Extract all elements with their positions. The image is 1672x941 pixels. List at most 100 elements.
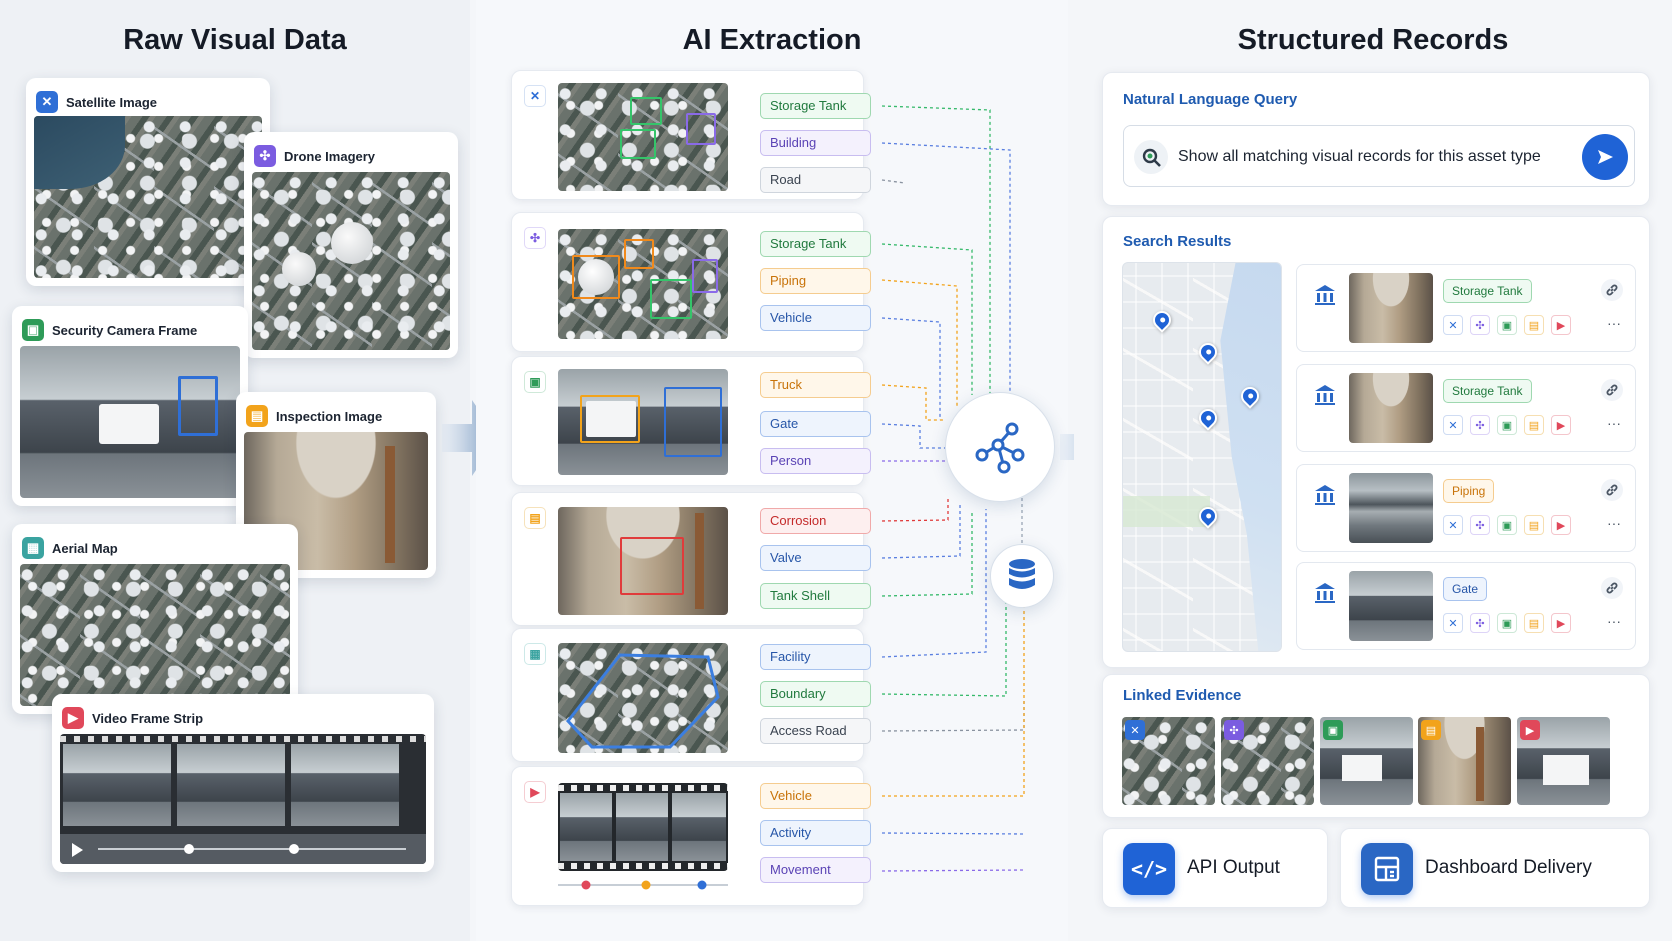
send-icon (1598, 150, 1613, 164)
result-item[interactable]: Piping ✕ ✣ ▣ ▤ ▶ ··· (1296, 464, 1636, 552)
more-options-icon[interactable]: ··· (1607, 613, 1621, 629)
structured-records-title: Structured Records (1237, 24, 1509, 56)
evidence-thumb-drone[interactable]: ✣ (1221, 717, 1314, 805)
camera-icon[interactable]: ▣ (1497, 515, 1517, 535)
tag-aerial-3[interactable]: Access Road (760, 718, 871, 744)
result-thumbnail (1349, 273, 1433, 343)
dashboard-delivery-card[interactable]: Dashboard Delivery (1340, 828, 1650, 908)
result-tag[interactable]: Storage Tank (1443, 279, 1532, 303)
video-icon: ▶ (1520, 720, 1540, 740)
dashboard-delivery-label: Dashboard Delivery (1425, 857, 1592, 878)
camera-icon[interactable]: ▣ (1497, 415, 1517, 435)
tag-inspection-1[interactable]: Corrosion (760, 508, 871, 534)
camera-icon[interactable]: ▣ (1497, 315, 1517, 335)
linked-evidence-label: Linked Evidence (1123, 687, 1242, 704)
clipboard-icon[interactable]: ▤ (1524, 613, 1544, 633)
map-pin-3[interactable] (1195, 405, 1221, 431)
tag-security-1[interactable]: Truck (760, 372, 871, 398)
query-label: Natural Language Query (1123, 91, 1298, 108)
evidence-thumb-video[interactable]: ▶ (1517, 717, 1610, 805)
query-card: Natural Language Query Show all matching… (1102, 72, 1650, 206)
source-icons-row: ✕ ✣ ▣ ▤ ▶ (1443, 613, 1578, 633)
result-thumbnail (1349, 473, 1433, 543)
tag-security-3[interactable]: Person (760, 448, 871, 474)
building-icon (1313, 283, 1337, 307)
video-icon[interactable]: ▶ (1551, 613, 1571, 633)
tag-satellite-1[interactable]: Storage Tank (760, 93, 871, 119)
drone-icon[interactable]: ✣ (1470, 415, 1490, 435)
result-thumbnail (1349, 373, 1433, 443)
api-output-card[interactable]: </> API Output (1102, 828, 1328, 908)
search-icon (1134, 140, 1168, 174)
result-item[interactable]: Storage Tank ✕ ✣ ▣ ▤ ▶ ··· (1296, 364, 1636, 452)
tag-drone-1[interactable]: Storage Tank (760, 231, 871, 257)
clipboard-icon[interactable]: ▤ (1524, 415, 1544, 435)
result-tag[interactable]: Piping (1443, 479, 1495, 503)
tag-drone-2[interactable]: Piping (760, 268, 871, 294)
ai-processing-hub (945, 392, 1055, 502)
video-icon[interactable]: ▶ (1551, 415, 1571, 435)
tag-inspection-2[interactable]: Valve (760, 545, 871, 571)
tag-video-3[interactable]: Movement (760, 857, 871, 883)
satellite-icon[interactable]: ✕ (1443, 415, 1463, 435)
code-icon: </> (1123, 843, 1175, 895)
map-pin-2[interactable] (1195, 339, 1221, 365)
result-item[interactable]: Gate ✕ ✣ ▣ ▤ ▶ ··· (1296, 562, 1636, 650)
evidence-thumb-inspection[interactable]: ▤ (1418, 717, 1511, 805)
result-tag[interactable]: Gate (1443, 577, 1488, 601)
api-output-label: API Output (1187, 857, 1280, 878)
source-icons-row: ✕ ✣ ▣ ▤ ▶ (1443, 415, 1578, 435)
tag-drone-3[interactable]: Vehicle (760, 305, 871, 331)
tag-aerial-2[interactable]: Boundary (760, 681, 871, 707)
database-node (990, 544, 1054, 608)
tag-aerial-1[interactable]: Facility (760, 644, 871, 670)
evidence-thumb-security[interactable]: ▣ (1320, 717, 1413, 805)
satellite-icon[interactable]: ✕ (1443, 515, 1463, 535)
query-input[interactable]: Show all matching visual records for thi… (1123, 125, 1635, 187)
tag-security-2[interactable]: Gate (760, 411, 871, 437)
more-options-icon[interactable]: ··· (1607, 415, 1621, 431)
tag-inspection-3[interactable]: Tank Shell (760, 583, 871, 609)
video-icon[interactable]: ▶ (1551, 315, 1571, 335)
clipboard-icon[interactable]: ▤ (1524, 515, 1544, 535)
result-item[interactable]: Storage Tank ✕ ✣ ▣ ▤ ▶ ··· (1296, 264, 1636, 352)
satellite-icon[interactable]: ✕ (1443, 315, 1463, 335)
camera-icon: ▣ (1323, 720, 1343, 740)
tag-video-2[interactable]: Activity (760, 820, 871, 846)
building-icon (1313, 483, 1337, 507)
source-icons-row: ✕ ✣ ▣ ▤ ▶ (1443, 515, 1578, 535)
dashboard-icon (1361, 843, 1413, 895)
results-map[interactable] (1122, 262, 1282, 652)
network-graph-icon (975, 422, 1025, 474)
send-button[interactable] (1582, 134, 1628, 180)
evidence-thumb-satellite[interactable]: ✕ (1122, 717, 1215, 805)
tag-video-1[interactable]: Vehicle (760, 783, 871, 809)
map-pin-1[interactable] (1149, 307, 1175, 333)
result-tag[interactable]: Storage Tank (1443, 379, 1532, 403)
search-results-label: Search Results (1123, 233, 1232, 250)
clipboard-icon: ▤ (1421, 720, 1441, 740)
more-options-icon[interactable]: ··· (1607, 315, 1621, 331)
link-icon[interactable] (1601, 279, 1623, 301)
drone-icon[interactable]: ✣ (1470, 315, 1490, 335)
more-options-icon[interactable]: ··· (1607, 515, 1621, 531)
source-icons-row: ✕ ✣ ▣ ▤ ▶ (1443, 315, 1578, 335)
tag-satellite-3[interactable]: Road (760, 167, 871, 193)
clipboard-icon[interactable]: ▤ (1524, 315, 1544, 335)
drone-icon[interactable]: ✣ (1470, 515, 1490, 535)
building-icon (1313, 581, 1337, 605)
result-thumbnail (1349, 571, 1433, 641)
building-icon (1313, 383, 1337, 407)
video-icon[interactable]: ▶ (1551, 515, 1571, 535)
link-icon[interactable] (1601, 479, 1623, 501)
query-text: Show all matching visual records for thi… (1178, 148, 1541, 165)
link-icon[interactable] (1601, 577, 1623, 599)
drone-icon[interactable]: ✣ (1470, 613, 1490, 633)
satellite-icon[interactable]: ✕ (1443, 613, 1463, 633)
drone-icon: ✣ (1224, 720, 1244, 740)
camera-icon[interactable]: ▣ (1497, 613, 1517, 633)
database-icon (1009, 559, 1035, 589)
link-icon[interactable] (1601, 379, 1623, 401)
tag-satellite-2[interactable]: Building (760, 130, 871, 156)
satellite-icon: ✕ (1125, 720, 1145, 740)
